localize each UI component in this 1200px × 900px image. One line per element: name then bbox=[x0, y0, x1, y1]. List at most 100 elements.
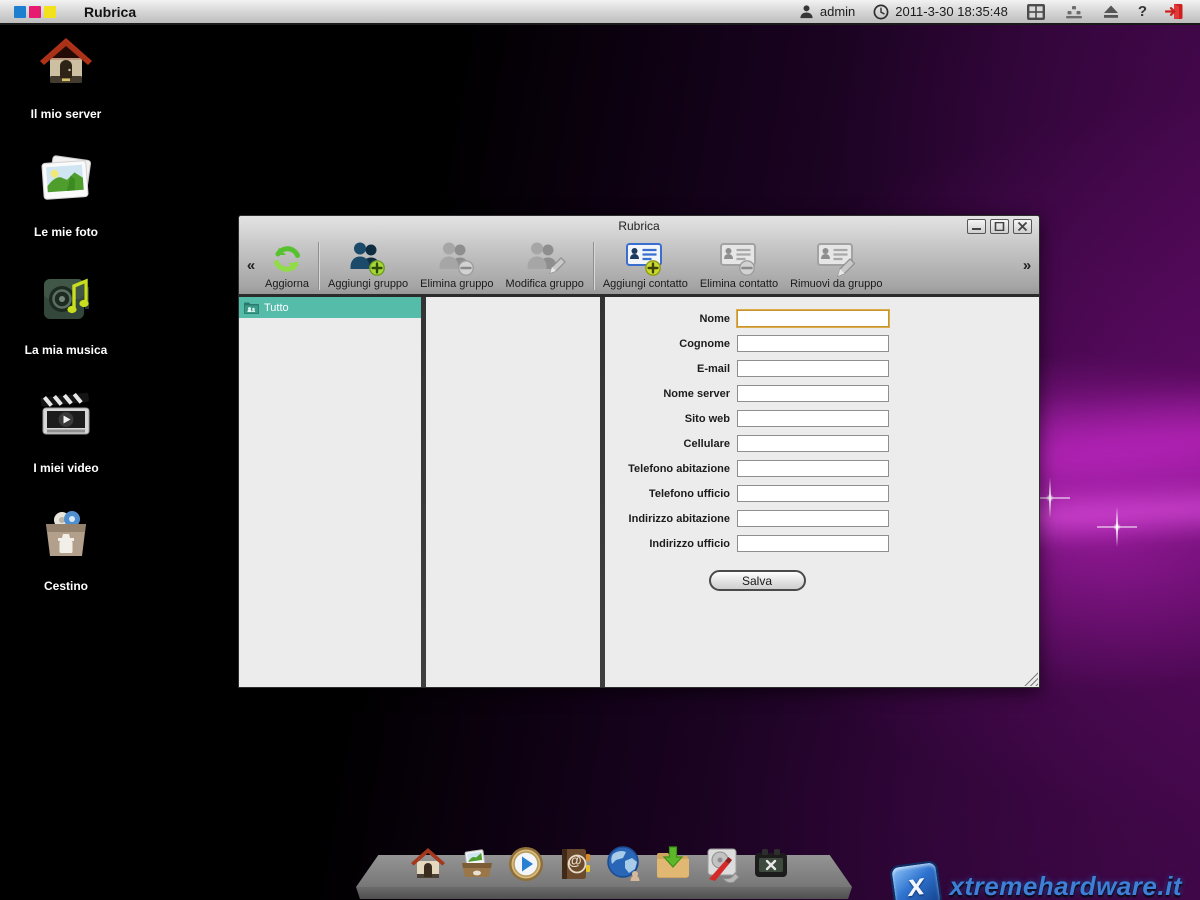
cognome-field[interactable] bbox=[737, 335, 889, 352]
add-contact-icon bbox=[623, 240, 667, 278]
toolbar: « Aggiorna bbox=[239, 236, 1039, 294]
desktop-icon-label: Le mie foto bbox=[34, 225, 98, 239]
xtremehardware-watermark: x xtremehardware.it bbox=[892, 863, 1182, 900]
logout-icon[interactable] bbox=[1165, 3, 1184, 20]
nome-field[interactable] bbox=[737, 310, 889, 327]
desktop-screen: Rubrica admin 2011-3-30 18:35:48 bbox=[0, 0, 1200, 900]
watermark-text: xtremehardware.it bbox=[950, 871, 1182, 900]
desktop-icon-list: Il mio server Le mie foto bbox=[14, 33, 118, 623]
user-menu[interactable]: admin bbox=[799, 4, 855, 19]
dock-home[interactable] bbox=[408, 843, 447, 884]
group-label: Tutto bbox=[264, 302, 289, 314]
desktop-icon-label: Il mio server bbox=[31, 107, 102, 121]
user-icon bbox=[799, 4, 814, 19]
sito-web-field[interactable] bbox=[737, 410, 889, 427]
field-label: Indirizzo abitazione bbox=[611, 513, 737, 525]
downloads-folder-icon bbox=[654, 845, 692, 883]
nome-server-field[interactable] bbox=[737, 385, 889, 402]
toolbar-scroll-left-icon[interactable]: « bbox=[243, 236, 259, 294]
add-contact-button[interactable]: Aggiungi contatto bbox=[597, 236, 694, 294]
field-label: Nome bbox=[611, 313, 737, 325]
window-grid-icon[interactable] bbox=[1026, 3, 1046, 21]
music-icon bbox=[36, 269, 96, 329]
dock-downloads[interactable] bbox=[653, 843, 692, 884]
rubrica-window: Rubrica « bbox=[238, 215, 1040, 688]
videos-icon bbox=[36, 387, 96, 447]
logo-blue-square bbox=[14, 6, 26, 18]
desktop-icon-label: Cestino bbox=[44, 579, 88, 593]
toolbar-scroll-right-icon[interactable]: » bbox=[1019, 236, 1035, 294]
delete-group-button[interactable]: Elimina gruppo bbox=[414, 236, 499, 294]
field-label: Cognome bbox=[611, 338, 737, 350]
form-row-cognome: Cognome bbox=[611, 335, 903, 352]
form-row-indirizzo-abitazione: Indirizzo abitazione bbox=[611, 510, 903, 527]
contacts-list-panel[interactable] bbox=[426, 297, 600, 687]
dock-disk-tools[interactable] bbox=[702, 843, 741, 884]
email-field[interactable] bbox=[737, 360, 889, 377]
close-button[interactable] bbox=[1013, 219, 1032, 234]
desktop-icon-videos[interactable]: I miei video bbox=[33, 387, 98, 475]
active-app-title: Rubrica bbox=[84, 4, 136, 20]
add-group-button[interactable]: Aggiungi gruppo bbox=[322, 236, 414, 294]
minimize-button[interactable] bbox=[967, 219, 986, 234]
refresh-icon bbox=[269, 240, 305, 278]
home-icon bbox=[409, 845, 447, 883]
save-button[interactable]: Salva bbox=[709, 570, 806, 591]
dock: @ bbox=[356, 843, 852, 900]
photos-icon bbox=[36, 151, 96, 211]
dock-photos[interactable] bbox=[457, 843, 496, 884]
datetime-text: 2011-3-30 18:35:48 bbox=[895, 4, 1008, 19]
desktop-icon-server[interactable]: Il mio server bbox=[31, 33, 102, 121]
logo-yellow-square bbox=[44, 6, 56, 18]
form-row-telefono-abitazione: Telefono abitazione bbox=[611, 460, 903, 477]
top-menu-bar: Rubrica admin 2011-3-30 18:35:48 bbox=[0, 0, 1200, 25]
desktop-icon-label: La mia musica bbox=[25, 343, 108, 357]
refresh-button[interactable]: Aggiorna bbox=[259, 236, 315, 294]
server-home-icon bbox=[36, 33, 96, 93]
form-row-sito-web: Sito web bbox=[611, 410, 903, 427]
contact-form-panel: Nome Cognome E-mail Nome server bbox=[605, 297, 1039, 687]
field-label: Nome server bbox=[611, 388, 737, 400]
field-label: Sito web bbox=[611, 413, 737, 425]
form-row-indirizzo-ufficio: Indirizzo ufficio bbox=[611, 535, 903, 552]
form-row-cellulare: Cellulare bbox=[611, 435, 903, 452]
clock-icon bbox=[873, 4, 889, 20]
clock-display: 2011-3-30 18:35:48 bbox=[873, 4, 1008, 20]
window-header[interactable]: Rubrica « bbox=[239, 216, 1039, 297]
cellulare-field[interactable] bbox=[737, 435, 889, 452]
indirizzo-abitazione-field[interactable] bbox=[737, 510, 889, 527]
telefono-abitazione-field[interactable] bbox=[737, 460, 889, 477]
field-label: Indirizzo ufficio bbox=[611, 538, 737, 550]
delete-contact-button[interactable]: Elimina contatto bbox=[694, 236, 784, 294]
desktop-icon-label: I miei video bbox=[33, 461, 98, 475]
remove-from-group-button[interactable]: Rimuovi da gruppo bbox=[784, 236, 888, 294]
eject-icon[interactable] bbox=[1102, 4, 1120, 19]
group-item-tutto[interactable]: Tutto bbox=[239, 297, 421, 318]
desktop-icon-music[interactable]: La mia musica bbox=[25, 269, 108, 357]
field-label: Telefono abitazione bbox=[611, 463, 737, 475]
desktop-icon-photos[interactable]: Le mie foto bbox=[34, 151, 98, 239]
dock-address-book[interactable]: @ bbox=[555, 843, 594, 884]
desktop-background: Il mio server Le mie foto bbox=[0, 25, 1200, 900]
dock-platform-edge bbox=[356, 887, 852, 899]
toolbar-label: Aggiorna bbox=[265, 278, 309, 291]
dock-toolbox[interactable] bbox=[751, 843, 790, 884]
photo-box-icon bbox=[458, 845, 496, 883]
indirizzo-ufficio-field[interactable] bbox=[737, 535, 889, 552]
dock-media-player[interactable] bbox=[506, 843, 545, 884]
trash-icon bbox=[36, 505, 96, 565]
edit-group-button[interactable]: Modifica gruppo bbox=[500, 236, 590, 294]
toolbar-separator bbox=[318, 242, 319, 290]
disk-tools-icon bbox=[703, 845, 741, 883]
telefono-ufficio-field[interactable] bbox=[737, 485, 889, 502]
network-globe-icon bbox=[605, 845, 643, 883]
system-logo-icon[interactable] bbox=[14, 6, 56, 18]
desktop-icon-trash[interactable]: Cestino bbox=[36, 505, 96, 593]
delete-contact-icon bbox=[717, 240, 761, 278]
toolbar-label: Elimina contatto bbox=[700, 278, 778, 291]
form-row-email: E-mail bbox=[611, 360, 903, 377]
dock-network-globe[interactable] bbox=[604, 843, 643, 884]
help-icon[interactable]: ? bbox=[1138, 3, 1147, 20]
network-icon[interactable] bbox=[1064, 4, 1084, 20]
maximize-button[interactable] bbox=[990, 219, 1009, 234]
